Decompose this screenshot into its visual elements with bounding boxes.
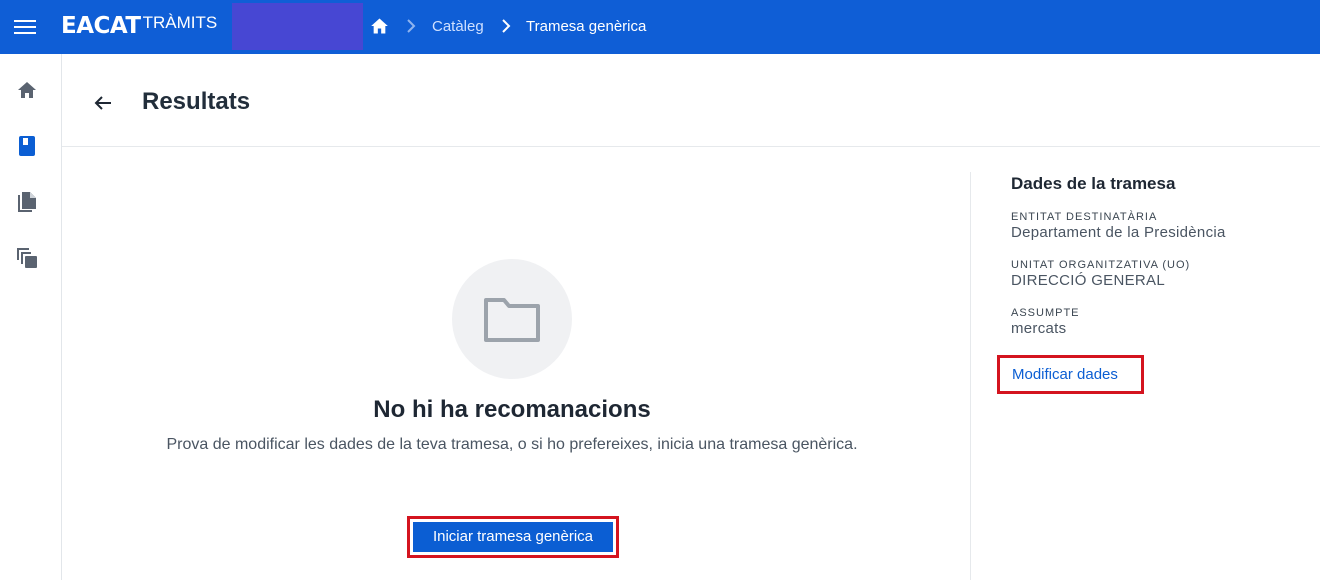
start-generic-submission-button[interactable]: Iniciar tramesa genèrica [407, 516, 619, 558]
home-icon[interactable] [15, 78, 39, 102]
chevron-right-icon [407, 19, 416, 33]
breadcrumb-cataleg[interactable]: Catàleg [432, 18, 484, 36]
details-title: Dades de la tramesa [1011, 174, 1176, 193]
side-nav [0, 54, 62, 580]
book-icon[interactable] [15, 134, 39, 158]
start-generic-submission-label: Iniciar tramesa genèrica [413, 522, 613, 552]
page-title: Resultats [142, 88, 251, 115]
folder-icon [484, 298, 540, 342]
redacted-block [232, 3, 363, 50]
field-label-subject: ASSUMPTE [1011, 307, 1080, 319]
field-value-unit: DIRECCIÓ GENERAL [1011, 272, 1165, 289]
field-value-entity: Departament de la Presidència [1011, 224, 1226, 241]
modify-data-link[interactable]: Modificar dades [997, 355, 1144, 394]
arrow-back-icon[interactable] [91, 91, 115, 115]
top-bar: EACAT TRÀMITS Catàleg Tramesa genèrica [0, 0, 1320, 54]
panel-divider [970, 172, 971, 580]
documents-icon[interactable] [15, 190, 39, 214]
copy-icon[interactable] [15, 246, 39, 270]
home-icon[interactable] [369, 16, 390, 36]
breadcrumb-current: Tramesa genèrica [526, 18, 647, 35]
app-logo[interactable]: EACAT TRÀMITS [61, 12, 217, 42]
field-label-unit: UNITAT ORGANITZATIVA (UO) [1011, 259, 1191, 271]
field-label-entity: ENTITAT DESTINATÀRIA [1011, 211, 1158, 223]
logo-sub-text: TRÀMITS [142, 13, 218, 32]
empty-state-text: Prova de modificar les dades de la teva … [166, 436, 858, 453]
empty-state-title: No hi ha recomanacions [373, 396, 651, 423]
empty-state-illustration [452, 259, 572, 379]
chevron-right-icon [502, 19, 511, 33]
field-value-subject: mercats [1011, 320, 1067, 337]
menu-icon[interactable] [14, 17, 36, 37]
page-header: Resultats [62, 54, 1320, 147]
modify-data-label: Modificar dades [1012, 366, 1118, 383]
logo-main-text: EACAT [61, 13, 141, 39]
